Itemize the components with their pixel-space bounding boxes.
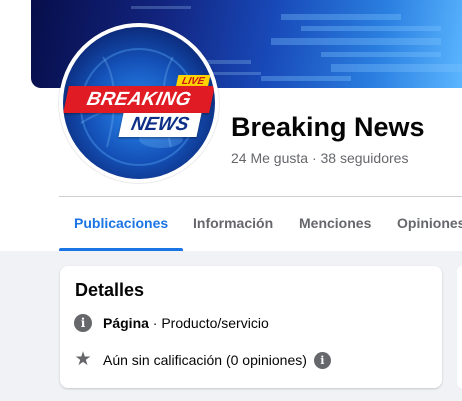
category-value: · Producto/servicio [148, 315, 269, 331]
star-icon: ★ [74, 349, 92, 370]
category-text: Página · Producto/servicio [103, 315, 269, 331]
tab-opiniones[interactable]: Opiniones [382, 197, 462, 251]
page-title: Breaking News [231, 112, 425, 142]
tab-informacion[interactable]: Información [178, 197, 288, 251]
rating-info-icon[interactable]: i [313, 351, 331, 369]
profile-avatar[interactable]: LIVE BREAKING NEWS [59, 23, 219, 183]
side-card-edge [457, 266, 462, 388]
profile-tabs: Publicaciones Información Menciones Opin… [59, 197, 462, 251]
logo-breaking-text: BREAKING [63, 86, 215, 113]
info-icon: i [74, 314, 92, 332]
rating-row: ★ Aún sin calificación (0 opiniones) i [74, 350, 331, 370]
rating-text: Aún sin calificación (0 opiniones) [103, 352, 307, 368]
category-row: i Página · Producto/servicio [74, 313, 269, 333]
logo-news-text: NEWS [118, 113, 202, 137]
details-title: Detalles [75, 280, 145, 300]
tab-menciones[interactable]: Menciones [284, 197, 386, 251]
page-stats[interactable]: 24 Me gusta · 38 seguidores [231, 150, 408, 166]
details-card: Detalles i Página · Producto/servicio ★ … [60, 266, 442, 388]
breaking-news-logo: LIVE BREAKING NEWS [63, 27, 215, 179]
profile-header: LIVE BREAKING NEWS Breaking News 24 Me g… [0, 0, 462, 251]
tab-publicaciones[interactable]: Publicaciones [59, 197, 184, 251]
category-label[interactable]: Página [103, 315, 149, 331]
